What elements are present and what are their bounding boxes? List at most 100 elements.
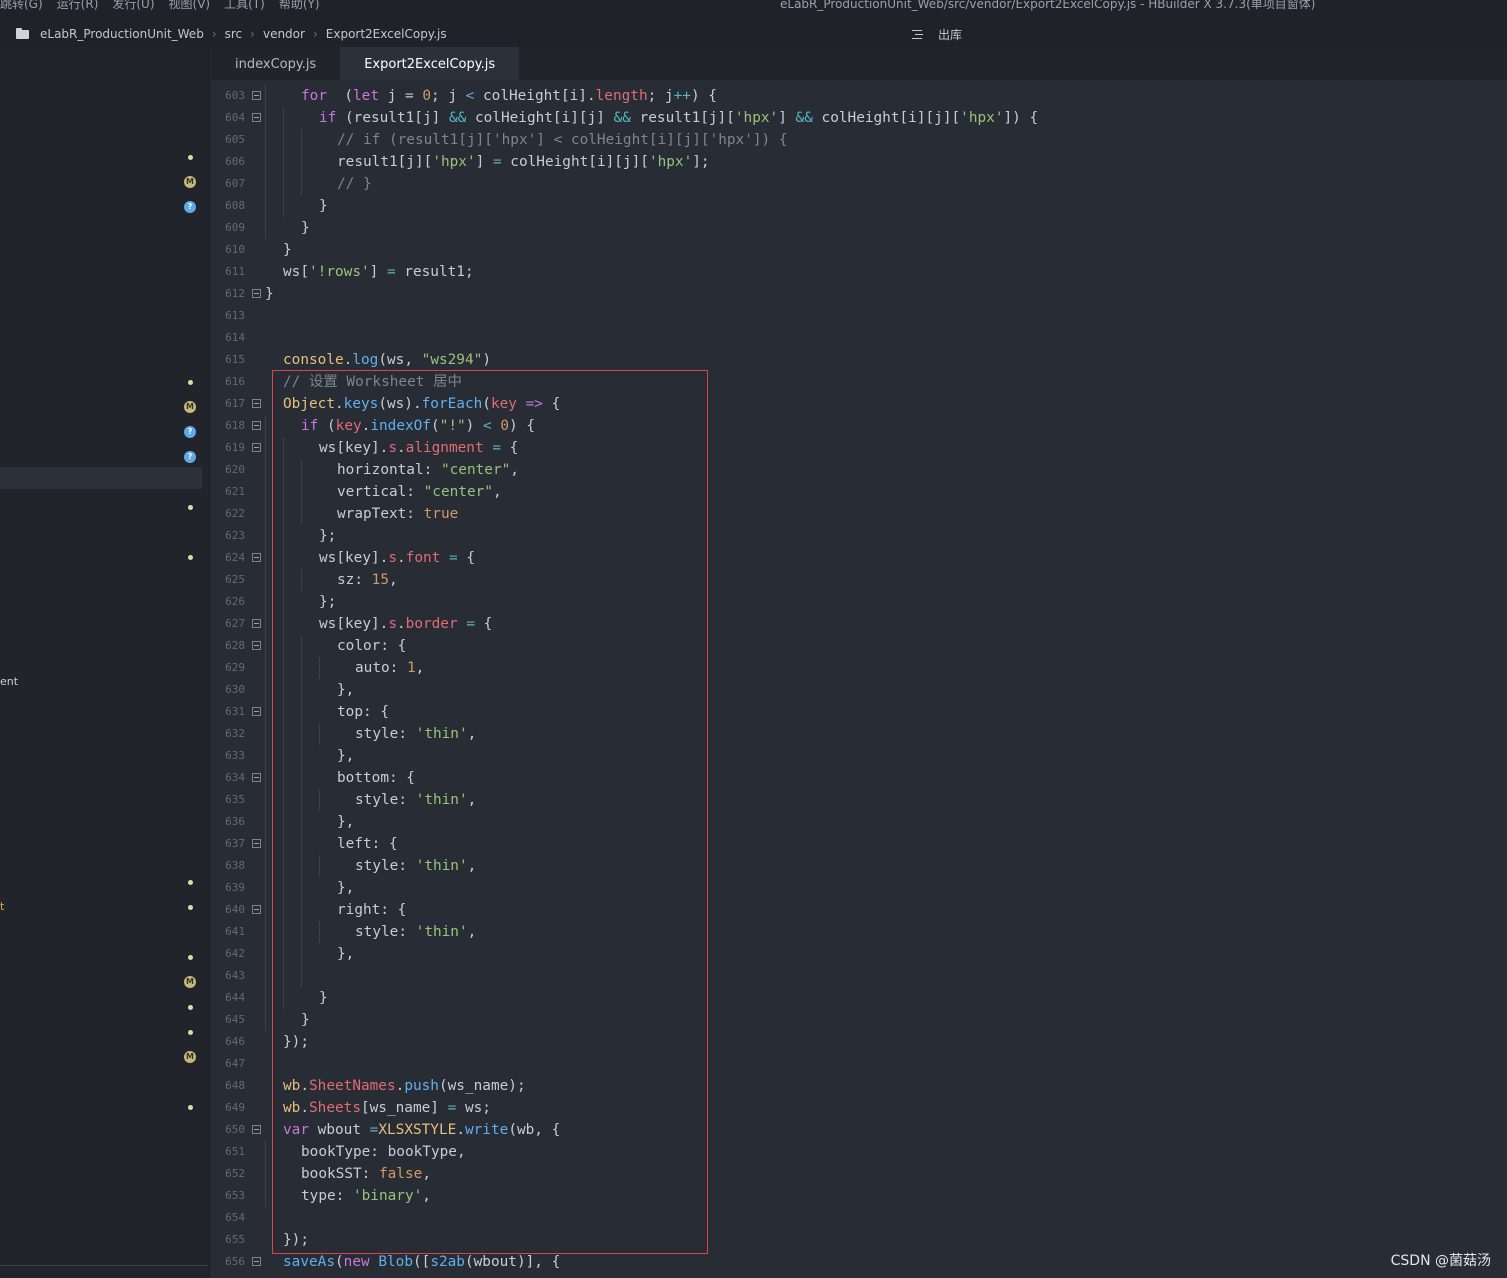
code-line[interactable]: 652 bookSST: false, [211, 1163, 1507, 1185]
breadcrumb-item-project[interactable]: eLabR_ProductionUnit_Web [40, 27, 204, 41]
fold-toggle-icon[interactable] [252, 773, 261, 782]
code-line[interactable]: 610} [211, 239, 1507, 261]
code-line[interactable]: 628 color: { [211, 635, 1507, 657]
code-text: style: 'thin', [355, 924, 477, 940]
code-line[interactable]: 648 wb.SheetNames.push(ws_name); [211, 1075, 1507, 1097]
code-line[interactable]: 656 saveAs(new Blob([s2ab(wbout)], { [211, 1251, 1507, 1273]
code-line[interactable]: 624 ws[key].s.font = { [211, 547, 1507, 569]
code-line[interactable]: 614 [211, 327, 1507, 349]
code-line[interactable]: 643 [211, 965, 1507, 987]
code-editor[interactable]: 603 for (let j = 0; j < colHeight[i].leng… [211, 80, 1507, 1278]
fold-toggle-icon[interactable] [252, 289, 261, 298]
line-number: 609 [225, 221, 245, 234]
code-line[interactable]: 650 var wbout =XLSXSTYLE.write(wb, { [211, 1119, 1507, 1141]
code-line[interactable]: 609} [211, 217, 1507, 239]
code-line[interactable]: 604 if (result1[j] && colHeight[i][j] && … [211, 107, 1507, 129]
code-line[interactable]: 623}; [211, 525, 1507, 547]
tab-indexcopy[interactable]: indexCopy.js [211, 47, 340, 80]
code-line[interactable]: 635 style: 'thin', [211, 789, 1507, 811]
code-line[interactable]: 654 [211, 1207, 1507, 1229]
code-line[interactable]: 615 console.log(ws, "ws294") [211, 349, 1507, 371]
code-line[interactable]: 642}, [211, 943, 1507, 965]
code-line[interactable]: 622 wrapText: true [211, 503, 1507, 525]
fold-toggle-icon[interactable] [252, 1125, 261, 1134]
breadcrumb-item-file[interactable]: Export2ExcelCopy.js [326, 27, 447, 41]
code-line[interactable]: 621 vertical: "center", [211, 481, 1507, 503]
code-line[interactable]: 639}, [211, 877, 1507, 899]
code-line[interactable]: 619 ws[key].s.alignment = { [211, 437, 1507, 459]
code-line[interactable]: 638 style: 'thin', [211, 855, 1507, 877]
fold-toggle-icon[interactable] [252, 839, 261, 848]
breadcrumb-item-vendor[interactable]: vendor [263, 27, 305, 41]
fold-toggle-icon[interactable] [252, 1257, 261, 1266]
line-number: 648 [225, 1079, 245, 1092]
indent-guide [265, 107, 266, 129]
code-line[interactable]: 653 type: 'binary', [211, 1185, 1507, 1207]
code-line[interactable]: 645} [211, 1009, 1507, 1031]
code-line[interactable]: 611 ws['!rows'] = result1; [211, 261, 1507, 283]
fold-toggle-icon[interactable] [252, 113, 261, 122]
code-line[interactable]: 649 wb.Sheets[ws_name] = ws; [211, 1097, 1507, 1119]
code-line[interactable]: 607 // } [211, 173, 1507, 195]
indent-guide [301, 723, 302, 745]
code-line[interactable]: 626}; [211, 591, 1507, 613]
menu-view[interactable]: 视图(V) [169, 0, 211, 12]
code-line[interactable]: 640 right: { [211, 899, 1507, 921]
sidebar-truncated-label[interactable]: ent [0, 675, 18, 688]
fold-toggle-icon[interactable] [252, 641, 261, 650]
menu-help[interactable]: 帮助(Y) [279, 0, 320, 12]
code-line[interactable]: 608} [211, 195, 1507, 217]
code-line[interactable]: 613 [211, 305, 1507, 327]
code-line[interactable]: 605 // if (result1[j]['hpx'] < colHeight[… [211, 129, 1507, 151]
code-text: left: { [337, 836, 398, 852]
code-line[interactable]: 620 horizontal: "center", [211, 459, 1507, 481]
code-line[interactable]: 634 bottom: { [211, 767, 1507, 789]
code-line[interactable]: 646}); [211, 1031, 1507, 1053]
code-line[interactable]: 603 for (let j = 0; j < colHeight[i].leng… [211, 85, 1507, 107]
menu-tools[interactable]: 工具(T) [224, 0, 265, 12]
code-line[interactable]: 647 [211, 1053, 1507, 1075]
code-line[interactable]: 627 ws[key].s.border = { [211, 613, 1507, 635]
menu-run[interactable]: 运行(R) [57, 0, 99, 12]
code-line[interactable]: 629 auto: 1, [211, 657, 1507, 679]
indent-guide [265, 151, 266, 173]
fold-toggle-icon[interactable] [252, 443, 261, 452]
indent-guide [283, 679, 284, 701]
code-line[interactable]: 637 left: { [211, 833, 1507, 855]
code-line[interactable]: 618 if (key.indexOf("!") < 0) { [211, 415, 1507, 437]
sidebar-divider [0, 1265, 209, 1266]
code-line[interactable]: 612} [211, 283, 1507, 305]
fold-toggle-icon[interactable] [252, 421, 261, 430]
fold-toggle-icon[interactable] [252, 905, 261, 914]
code-line[interactable]: 630}, [211, 679, 1507, 701]
code-line[interactable]: 631 top: { [211, 701, 1507, 723]
breadcrumb-item-src[interactable]: src [225, 27, 243, 41]
code-line[interactable]: 606 result1[j]['hpx'] = colHeight[i][j]['… [211, 151, 1507, 173]
outline-selector[interactable]: 出库 [912, 26, 962, 43]
code-line[interactable]: 632 style: 'thin', [211, 723, 1507, 745]
fold-toggle-icon[interactable] [252, 707, 261, 716]
fold-toggle-icon[interactable] [252, 91, 261, 100]
fold-toggle-icon[interactable] [252, 619, 261, 628]
code-line[interactable]: 617 Object.keys(ws).forEach(key => { [211, 393, 1507, 415]
code-line[interactable]: 625 sz: 15, [211, 569, 1507, 591]
code-text: ws[key].s.alignment = { [319, 440, 519, 456]
sidebar-selected-row[interactable] [0, 467, 202, 489]
code-line[interactable]: 616 // 设置 Worksheet 居中 [211, 371, 1507, 393]
code-line[interactable]: 644} [211, 987, 1507, 1009]
tab-export2excelcopy[interactable]: Export2ExcelCopy.js [340, 47, 520, 80]
code-line[interactable]: 641 style: 'thin', [211, 921, 1507, 943]
sidebar-truncated-label[interactable]: t [0, 900, 4, 913]
indent-guide [283, 173, 284, 195]
code-line[interactable]: 636}, [211, 811, 1507, 833]
menu-goto[interactable]: 跳转(G) [0, 0, 43, 12]
menu-publish[interactable]: 发行(U) [112, 0, 154, 12]
line-number: 606 [225, 155, 245, 168]
fold-toggle-icon[interactable] [252, 399, 261, 408]
fold-toggle-icon[interactable] [252, 553, 261, 562]
folder-icon[interactable] [16, 28, 30, 39]
code-line[interactable]: 655}); [211, 1229, 1507, 1251]
code-line[interactable]: 633}, [211, 745, 1507, 767]
code-text: style: 'thin', [355, 792, 477, 808]
code-line[interactable]: 651 bookType: bookType, [211, 1141, 1507, 1163]
